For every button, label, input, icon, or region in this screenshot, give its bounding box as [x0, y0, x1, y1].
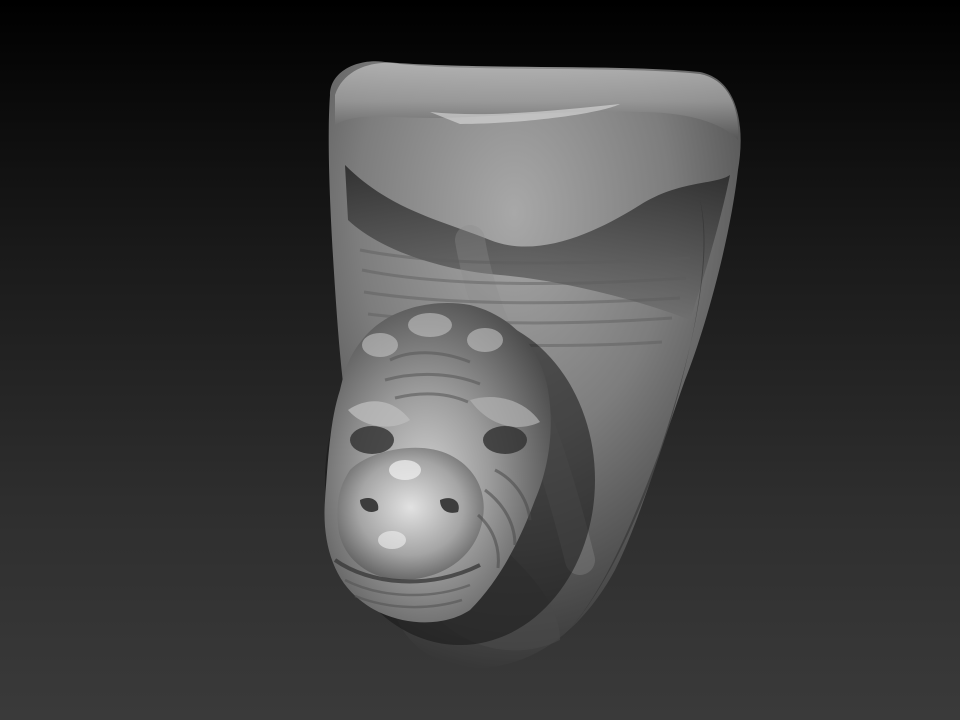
- sculpt-model[interactable]: [0, 0, 960, 720]
- eye-socket-left: [350, 426, 394, 454]
- nose-highlight: [389, 460, 421, 480]
- snout-highlight: [378, 531, 406, 549]
- sculpt-viewport[interactable]: [0, 0, 960, 720]
- eye-socket-right: [483, 426, 527, 454]
